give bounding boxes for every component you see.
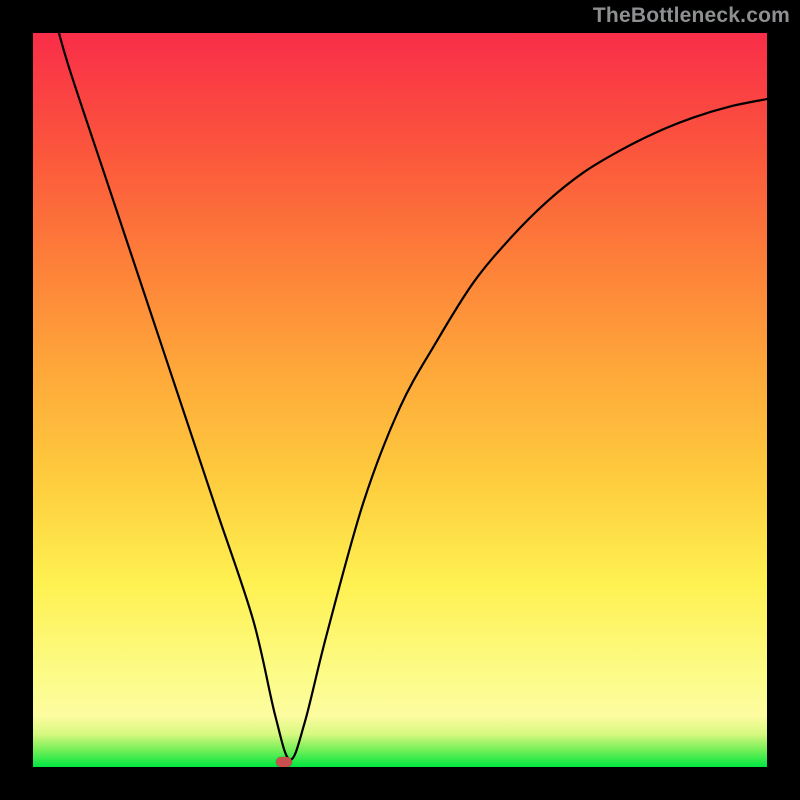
watermark-text: TheBottleneck.com bbox=[593, 4, 790, 28]
bottleneck-curve bbox=[33, 33, 767, 767]
plot-area bbox=[33, 33, 767, 767]
minimum-marker bbox=[276, 757, 292, 767]
chart-frame: TheBottleneck.com bbox=[0, 0, 800, 800]
